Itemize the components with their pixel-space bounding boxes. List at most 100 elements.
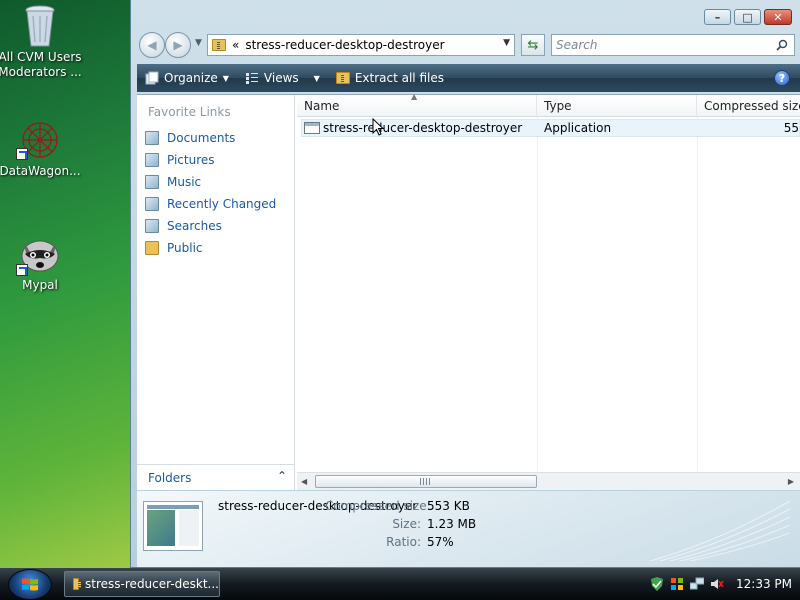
network-icon[interactable] [690,577,704,591]
folders-toggle[interactable]: Folders ⌃ [137,464,295,490]
organize-icon [145,71,159,85]
application-icon [304,122,320,134]
details-size: Size: 1.23 MB [325,517,476,531]
favorite-link-documents[interactable]: Documents [143,127,276,149]
recently-changed-icon [145,197,159,211]
navigation-pane: Favorite Links Documents Pictures Music … [137,95,295,490]
views-label: Views [263,71,299,85]
refresh-icon: ⇆ [527,37,539,53]
shortcut-arrow-icon [16,264,28,276]
favorite-links-list: Documents Pictures Music Recently Change… [143,127,276,259]
public-folder-icon [145,241,159,255]
security-shield-icon[interactable] [650,577,664,591]
details-label: Compressed size: [325,499,431,513]
horizontal-scrollbar[interactable]: ◀ ▶ [297,472,800,490]
scroll-left-icon[interactable]: ◀ [301,477,307,486]
chevron-up-icon: ⌃ [276,469,287,483]
clock[interactable]: 12:33 PM [736,577,792,591]
address-path[interactable]: stress-reducer-desktop-destroyer [245,38,444,52]
views-icon [245,73,258,84]
column-label: Compressed size [704,99,800,113]
file-list-pane: Name ▲ Type Compressed size stress-reduc… [297,92,800,490]
extract-label: Extract all files [354,71,444,85]
search-icon[interactable] [776,39,788,51]
documents-icon [145,131,159,145]
recent-pages-dropdown-icon[interactable]: ▼ [195,38,202,48]
desktop-icon-mypal[interactable]: Mypal [0,230,100,293]
grip-icon [420,478,430,485]
column-header-compressed-size[interactable]: Compressed size [697,95,800,117]
windows-logo-icon [22,578,38,591]
searches-icon [145,219,159,233]
forward-button[interactable]: ▶ [165,32,191,58]
column-header: Name ▲ Type Compressed size [297,92,800,117]
desktop-icon-label: Mypal [22,278,58,292]
search-input[interactable]: Search [556,38,598,52]
details-ratio: Ratio: 57% [325,535,454,549]
column-header-name[interactable]: Name ▲ [297,92,537,117]
extract-icon [335,72,350,84]
folders-label: Folders [148,470,192,485]
favorite-link-label: Documents [167,131,236,145]
sort-ascending-icon: ▲ [411,92,418,101]
organize-label: Organize [164,71,218,85]
favorite-link-recently-changed[interactable]: Recently Changed [143,193,276,215]
favorite-link-searches[interactable]: Searches [143,215,276,237]
favorite-link-pictures[interactable]: Pictures [143,149,276,171]
start-button[interactable] [8,569,52,600]
column-header-type[interactable]: Type [537,95,697,117]
maximize-button[interactable]: □ [734,9,761,25]
minimize-icon: – [714,10,721,24]
back-button[interactable]: ◀ [139,32,165,58]
scroll-right-icon[interactable]: ▶ [788,477,794,486]
zip-folder-icon [73,578,82,590]
organize-menu[interactable]: Organize ▼ [137,64,237,92]
favorite-link-label: Recently Changed [167,197,277,211]
column-divider [537,117,538,470]
favorite-link-label: Music [167,175,202,189]
desktop-icon-label: DataWagon... [0,164,81,178]
forward-arrow-icon: ▶ [173,38,183,52]
favorite-links-heading: Favorite Links [148,105,231,119]
navigation-bar: ◀ ▶ ▼ « stress-reducer-desktop-destroyer… [137,32,795,58]
command-toolbar: Organize ▼ Views ▼ Extract all files ? [137,64,800,92]
column-label: Type [544,99,572,113]
favorite-link-music[interactable]: Music [143,171,276,193]
file-compressed-cell: 55 [783,121,799,135]
volume-muted-icon[interactable] [710,577,724,591]
taskbar-window-button[interactable]: stress-reducer-deskt... [64,571,220,597]
desktop-icon-recycle-bin[interactable]: All CVM Users Moderators ... [0,4,100,80]
address-dropdown-icon[interactable]: ▼ [503,38,510,48]
search-box[interactable]: Search [551,34,795,56]
details-label: Size: [392,517,421,531]
taskbar: stress-reducer-deskt... 12:33 PM [0,568,800,600]
address-bar[interactable]: « stress-reducer-desktop-destroyer ▼ [207,34,515,56]
favorite-link-label: Pictures [167,153,215,167]
favorite-link-label: Public [167,241,203,255]
minimize-button[interactable]: – [704,9,731,25]
close-icon: ✕ [773,10,783,24]
windows-update-icon[interactable] [670,577,684,591]
chevron-down-icon: ▼ [222,73,229,83]
system-tray: 12:33 PM [644,571,800,597]
mouse-cursor-icon [372,118,384,136]
desktop-icon-label: All CVM Users Moderators ... [0,50,82,79]
taskbar-window-label: stress-reducer-deskt... [85,577,219,591]
file-name: stress-reducer-desktop-destroyer [323,121,523,135]
favorite-link-public[interactable]: Public [143,237,276,259]
desktop-icon-datawagon[interactable]: DataWagon... [0,118,100,179]
refresh-button[interactable]: ⇆ [521,34,545,56]
close-button[interactable]: ✕ [764,9,792,25]
extract-all-files-button[interactable]: Extract all files [328,64,452,92]
column-label: Name [304,99,340,113]
favorite-link-label: Searches [167,219,222,233]
address-prefix: « [232,38,240,52]
details-value: 1.23 MB [427,517,477,531]
views-menu[interactable]: Views ▼ [237,64,328,92]
scrollbar-thumb[interactable] [315,475,537,488]
details-label: Ratio: [386,535,421,549]
music-icon [145,175,159,189]
maximize-icon: □ [742,10,753,24]
pictures-icon [145,153,159,167]
help-icon[interactable]: ? [774,70,790,86]
